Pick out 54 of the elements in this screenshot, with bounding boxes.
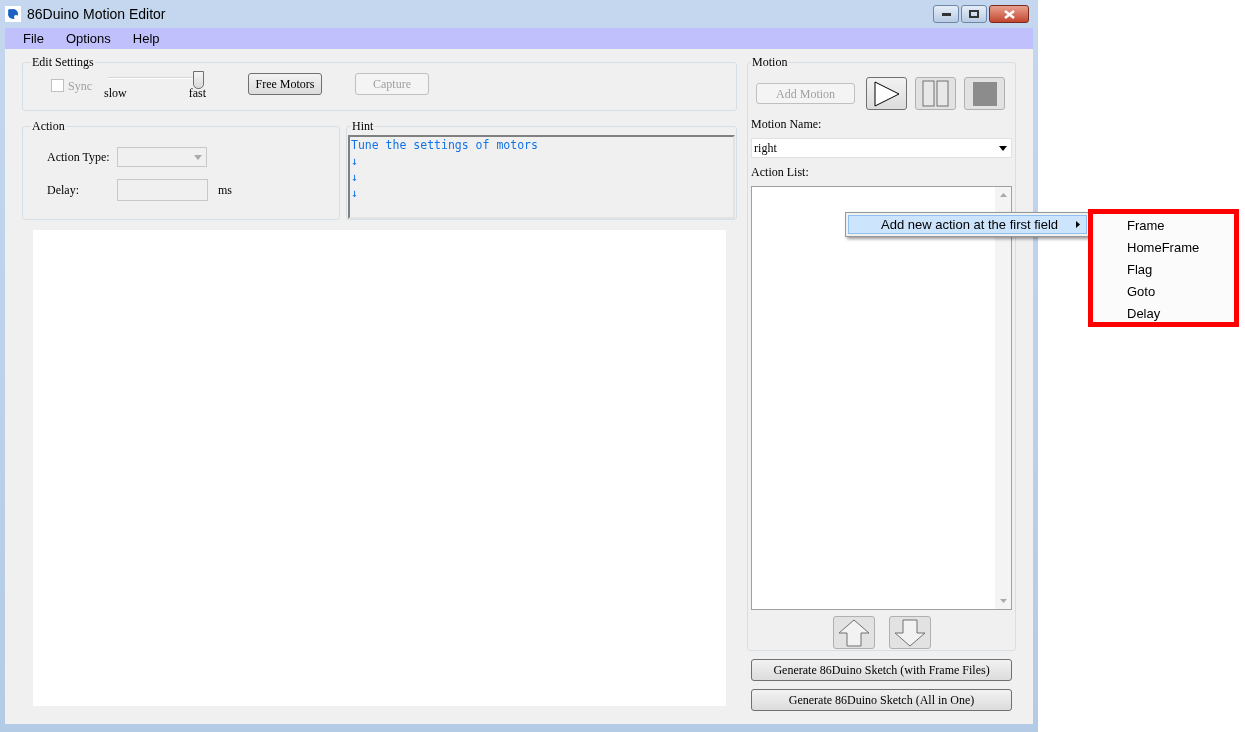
delay-unit: ms — [218, 182, 232, 199]
menu-item[interactable]: Options — [65, 28, 111, 49]
menu-item[interactable]: Help — [132, 28, 160, 49]
toolbar-button[interactable]: Free Motors — [248, 72, 322, 95]
hint-line: ↓ — [351, 169, 358, 185]
hint-line: Tune the settings of motors — [351, 137, 538, 153]
generate-sketch-button[interactable]: Generate 86Duino Sketch (with Frame Files) — [751, 659, 1012, 681]
context-menu-item[interactable]: Add new action at the first field — [848, 215, 1087, 234]
window-title: 86Duino Motion Editor — [27, 4, 166, 24]
group-title: Action — [31, 118, 66, 135]
group-title: Hint — [351, 118, 375, 135]
move-down-button[interactable] — [888, 616, 931, 649]
generate-sketch-button[interactable]: Generate 86Duino Sketch (All in One) — [751, 689, 1012, 711]
stop-button[interactable] — [964, 77, 1006, 110]
slow-label: slow — [104, 87, 127, 100]
delay-field[interactable] — [117, 179, 208, 201]
motion-name-value: right — [754, 140, 777, 157]
stop-icon — [972, 81, 997, 106]
group-title: Motion — [751, 54, 789, 71]
delay-label: Delay: — [47, 182, 80, 199]
action-list[interactable] — [751, 186, 1012, 610]
hint-line: ↓ — [351, 185, 358, 201]
submenu-item[interactable]: Flag — [1093, 259, 1234, 281]
action-type-label: Action Type: — [47, 149, 111, 166]
submenu-item[interactable]: Delay — [1093, 303, 1234, 325]
group-title: Edit Settings — [31, 54, 95, 71]
down-arrow-icon — [893, 618, 926, 647]
submenu-item[interactable]: Frame — [1093, 215, 1234, 237]
minimize-button[interactable] — [933, 5, 959, 23]
motion-name-label: Motion Name: — [751, 116, 823, 133]
move-up-button[interactable] — [832, 616, 875, 649]
dropdown-arrow-icon — [194, 154, 202, 160]
menu-item[interactable]: File — [23, 28, 44, 49]
submenu-item[interactable]: Goto — [1093, 281, 1234, 303]
hint-line: ↓ — [351, 153, 358, 169]
sync-label: Sync — [68, 77, 92, 95]
close-button[interactable] — [989, 5, 1029, 23]
scroll-up-icon — [999, 193, 1007, 197]
up-arrow-icon — [837, 618, 870, 647]
play-icon — [873, 80, 900, 107]
pause-button[interactable] — [915, 77, 957, 110]
maximize-button[interactable] — [961, 5, 987, 23]
action-list-label: Action List: — [751, 164, 810, 181]
play-button[interactable] — [866, 77, 908, 110]
pause-icon — [922, 80, 950, 107]
close-icon — [1003, 9, 1015, 19]
dropdown-arrow-icon — [999, 145, 1007, 151]
app-icon — [5, 6, 21, 22]
action-type-dropdown[interactable] — [117, 147, 207, 167]
fast-label: fast — [188, 87, 206, 100]
slider-thumb[interactable] — [193, 71, 204, 89]
motion-name-dropdown[interactable]: right — [751, 138, 1012, 158]
submenu-item[interactable]: HomeFrame — [1093, 237, 1234, 259]
scroll-down-icon — [999, 599, 1007, 603]
